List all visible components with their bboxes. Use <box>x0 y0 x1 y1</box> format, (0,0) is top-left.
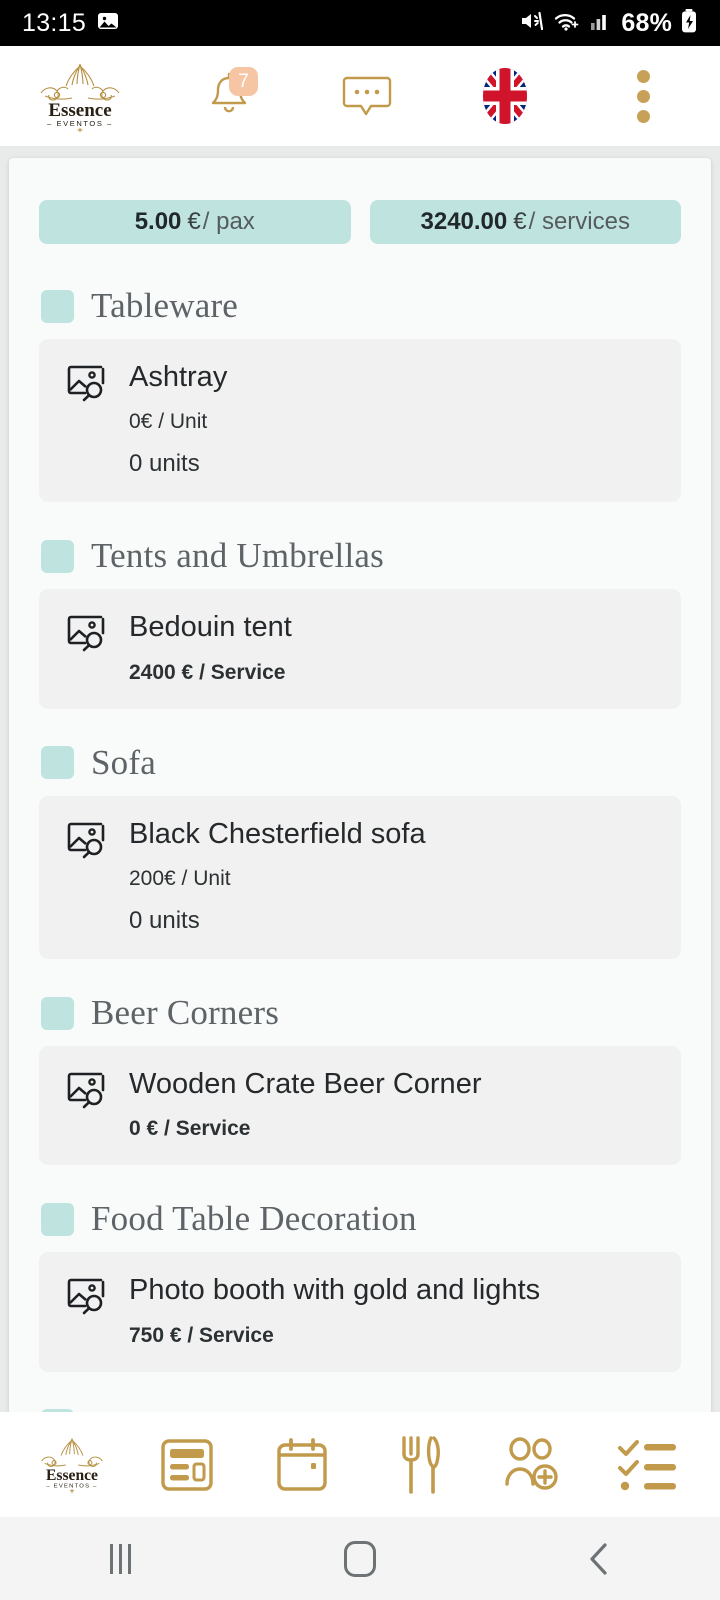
section-header[interactable]: Beer Corners <box>41 993 681 1033</box>
section-header[interactable]: Tents and Umbrellas <box>41 536 681 576</box>
status-bar-left: 13:15 <box>22 9 120 38</box>
home-button[interactable] <box>300 1524 420 1594</box>
item-name: Black Chesterfield sofa <box>129 817 426 850</box>
phone-screen: 13:15 68% Essence – EVENTOS – 7 5.00 € /… <box>0 0 720 1600</box>
overflow-menu-button[interactable] <box>612 65 674 127</box>
kebab-menu-icon <box>636 69 650 123</box>
item-card[interactable]: Photo booth with gold and lights 750 € /… <box>39 1252 681 1372</box>
battery-percentage: 68% <box>621 8 672 37</box>
image-search-icon <box>65 1276 107 1321</box>
section-header[interactable]: Tableware <box>41 286 681 326</box>
item-price: 750 € / Service <box>129 1323 274 1347</box>
chat-bubble-icon <box>342 76 392 116</box>
header-logo[interactable]: Essence – EVENTOS – <box>0 60 160 132</box>
nav-home-logo[interactable]: Essence – EVENTOS – <box>26 1423 118 1507</box>
item-price: 0 € / Service <box>129 1117 251 1141</box>
nav-catering[interactable] <box>372 1423 464 1507</box>
item-price: 0€ / Unit <box>129 410 208 434</box>
status-bar: 13:15 68% <box>0 0 720 46</box>
section-color-swatch <box>41 539 74 573</box>
signal-icon <box>589 9 613 38</box>
section-beer-corners: Beer Corners Wooden Crate Beer Corner 0 … <box>39 993 681 1166</box>
notifications-badge: 7 <box>229 67 258 96</box>
checklist-icon <box>618 1439 677 1490</box>
item-units: 0 units <box>129 450 200 478</box>
nav-guests[interactable] <box>487 1423 579 1507</box>
nav-dashboard[interactable] <box>141 1423 233 1507</box>
image-search-icon <box>65 820 107 865</box>
recent-apps-icon <box>109 1543 131 1574</box>
item-name: Bedouin tent <box>129 611 292 644</box>
section-tents-and-umbrellas: Tents and Umbrellas Bedouin tent 2400 € … <box>39 536 681 709</box>
section-tableware: Tableware Ashtray 0€ / Unit 0 units <box>39 286 681 503</box>
price-per-pax-pill[interactable]: 5.00 € / pax <box>39 200 351 244</box>
item-card[interactable]: Black Chesterfield sofa 200€ / Unit 0 un… <box>39 795 681 960</box>
price-per-services-currency: € <box>513 208 527 235</box>
price-per-pax-amount: 5.00 <box>134 208 182 235</box>
section-header[interactable]: Sofa <box>41 743 681 783</box>
section-sofa: Sofa Black Chesterfield sofa 200€ / Unit… <box>39 743 681 960</box>
calendar-icon <box>277 1437 328 1491</box>
svg-text:Essence: Essence <box>46 1466 98 1483</box>
section-title: Tents and Umbrellas <box>91 536 384 576</box>
image-search-icon <box>65 1070 107 1115</box>
image-icon <box>96 9 120 38</box>
item-card[interactable]: Ashtray 0€ / Unit 0 units <box>39 339 681 503</box>
language-button[interactable] <box>474 65 536 127</box>
item-units: 0 units <box>129 907 200 935</box>
section-title: Tableware <box>91 286 239 325</box>
item-price: 2400 € / Service <box>129 660 286 684</box>
image-search-icon <box>65 363 107 408</box>
item-card[interactable]: Bedouin tent 2400 € / Service <box>39 589 681 709</box>
section-title: Food Table Decoration <box>91 1199 417 1239</box>
content-scroll-area[interactable]: 5.00 € / pax 3240.00 € / services Tablew… <box>0 147 720 1412</box>
back-button[interactable] <box>540 1524 660 1594</box>
item-name: Photo booth with gold and lights <box>129 1274 541 1307</box>
svg-text:– EVENTOS –: – EVENTOS – <box>46 1483 97 1489</box>
section-title: Beer Corners <box>91 993 280 1033</box>
battery-charging-icon <box>680 8 698 39</box>
price-per-services-amount: 3240.00 <box>420 208 508 235</box>
recent-apps-button[interactable] <box>60 1524 180 1594</box>
section-color-swatch <box>41 996 74 1030</box>
section-color-swatch <box>41 289 74 323</box>
price-per-services-unit: / services <box>528 208 630 235</box>
svg-text:– EVENTOS –: – EVENTOS – <box>47 119 113 128</box>
item-card[interactable]: Wooden Crate Beer Corner 0 € / Service <box>39 1046 681 1166</box>
android-navigation-bar <box>0 1517 720 1600</box>
svg-text:Essence: Essence <box>48 100 111 121</box>
uk-flag-icon <box>483 68 527 124</box>
status-bar-right: 68% <box>519 8 698 39</box>
messages-button[interactable] <box>336 65 398 127</box>
back-chevron-icon <box>590 1542 607 1575</box>
nav-checklist[interactable] <box>602 1423 694 1507</box>
app-header: Essence – EVENTOS – 7 <box>0 46 720 147</box>
image-search-icon <box>65 613 107 658</box>
wifi-icon <box>553 9 581 38</box>
summary-pills: 5.00 € / pax 3240.00 € / services <box>39 200 681 244</box>
section-header[interactable]: Food Table Decoration <box>41 1199 681 1239</box>
section-title: Sofa <box>91 742 156 782</box>
budget-panel: 5.00 € / pax 3240.00 € / services Tablew… <box>9 158 711 1412</box>
item-name: Wooden Crate Beer Corner <box>129 1068 482 1101</box>
section-color-swatch <box>41 746 74 780</box>
add-guest-icon <box>505 1436 558 1490</box>
header-actions: 7 <box>160 65 720 127</box>
notifications-button[interactable]: 7 <box>198 65 260 127</box>
dashboard-icon <box>161 1438 213 1491</box>
item-price: 200€ / Unit <box>129 867 231 891</box>
status-bar-clock: 13:15 <box>22 8 87 37</box>
mute-icon <box>519 9 545 38</box>
section-food-table-decoration: Food Table Decoration Photo booth with g… <box>39 1199 681 1372</box>
home-icon <box>344 1540 376 1577</box>
price-per-pax-currency: € <box>187 208 201 235</box>
price-per-services-pill[interactable]: 3240.00 € / services <box>369 200 681 244</box>
bottom-navigation: Essence – EVENTOS – <box>0 1412 720 1517</box>
item-name: Ashtray <box>129 361 228 393</box>
cutlery-icon <box>401 1435 440 1494</box>
section-color-swatch <box>41 1202 74 1236</box>
nav-calendar[interactable] <box>256 1423 348 1507</box>
price-per-pax-unit: / pax <box>202 208 255 235</box>
